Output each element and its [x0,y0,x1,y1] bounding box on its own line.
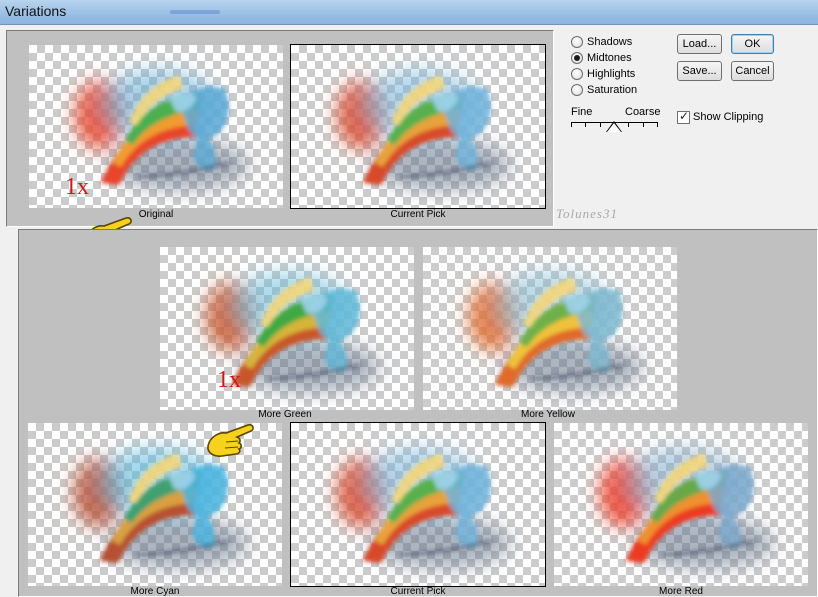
radio-label-saturation: Saturation [587,84,638,96]
radio-label-shadows: Shadows [587,36,633,48]
watermark-signature: Tolunes31 [556,206,618,221]
slider-thumb[interactable] [607,123,621,132]
slider-tick [585,122,586,127]
dialog-client: Original 1x Current Pick Tolunes31 Shado… [0,25,818,597]
more-cyan-caption: More Cyan [130,586,180,597]
current-pick-top-caption: Current Pick [390,209,446,220]
window-title: Variations [5,3,67,19]
flower-artwork [206,271,380,393]
more-yellow-caption: More Yellow [521,409,575,420]
variations-panel: More Green 1x More Yellow More Cyan Curr… [18,229,818,597]
slider-tick [657,122,658,127]
current-pick-center-caption: Current Pick [390,586,446,597]
more-red-caption: More Red [659,586,703,597]
radio-button[interactable] [571,68,583,80]
preview-panel: Original 1x Current Pick [6,30,554,227]
save-button[interactable]: Save... [677,61,722,81]
title-bar: Variations [0,0,818,25]
more-green-caption: More Green [258,409,312,420]
flower-artwork [337,447,511,569]
more-red-thumbnail[interactable] [554,423,808,586]
step-annotation-bottom: 1x [217,367,241,393]
radio-button[interactable] [571,84,583,96]
radio-button[interactable] [571,52,583,64]
show-clipping-checkbox[interactable]: ✓ [677,109,690,124]
title-bar-decoration [170,10,220,14]
slider-tick [628,122,629,127]
flower-artwork [469,271,643,393]
radio-label-highlights: Highlights [587,68,636,80]
load-button[interactable]: Load... [677,34,722,54]
radio-midtones[interactable]: Midtones [571,51,632,65]
cancel-button[interactable]: Cancel [731,61,774,81]
radio-label-midtones: Midtones [587,52,632,64]
step-annotation-top: 1x [65,174,89,200]
radio-highlights[interactable]: Highlights [571,67,635,81]
radio-saturation[interactable]: Saturation [571,83,637,97]
slider-tick [600,122,601,127]
show-clipping-label: Show Clipping [693,111,764,123]
check-mark-icon: ✓ [679,109,690,123]
ok-button[interactable]: OK [731,34,774,54]
radio-shadows[interactable]: Shadows [571,35,632,49]
current-pick-top-thumbnail[interactable] [290,44,546,209]
more-yellow-thumbnail[interactable] [423,247,677,410]
current-pick-center-thumbnail[interactable] [290,422,546,587]
slider-fine-label: Fine [571,106,593,118]
radio-button[interactable] [571,36,583,48]
slider-coarse-label: Coarse [625,106,661,118]
flower-artwork [337,69,511,191]
original-caption: Original [138,209,174,220]
slider-tick [643,122,644,127]
more-green-thumbnail[interactable] [160,247,414,410]
slider-tick [571,122,572,127]
pointing-hand-icon [207,424,254,457]
flower-artwork [600,447,774,569]
